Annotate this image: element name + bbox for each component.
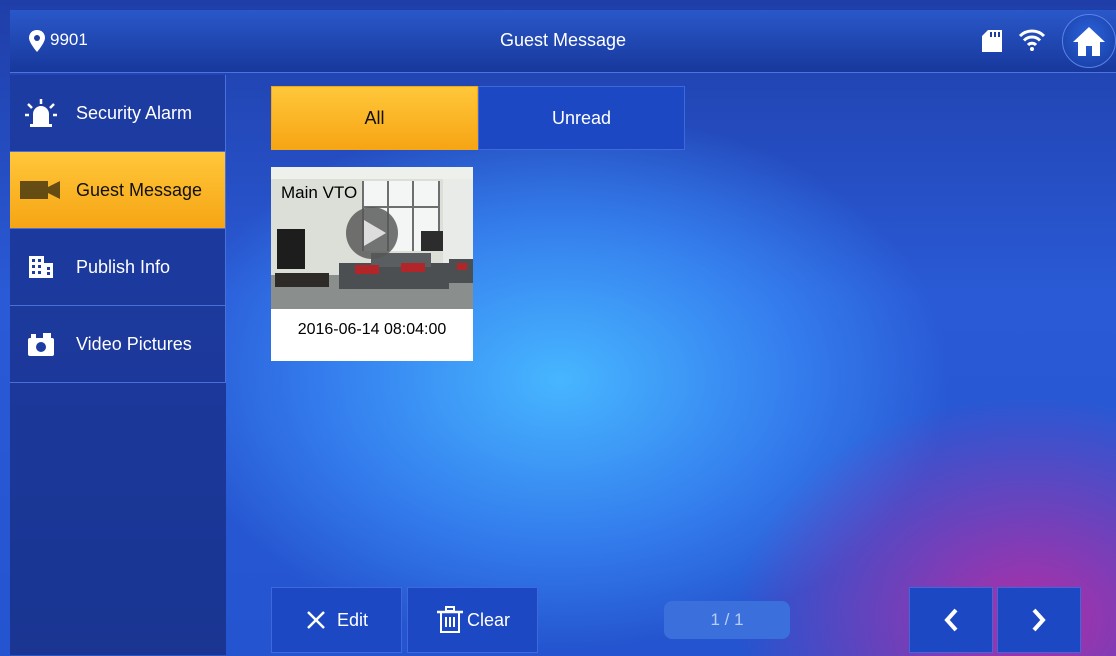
sidebar-item-label: Guest Message [76, 179, 203, 200]
page-indicator: 1 / 1 [664, 601, 790, 639]
close-icon [307, 611, 325, 629]
sd-card-icon [982, 30, 1002, 52]
camera-icon [28, 333, 54, 356]
sidebar-item-video-pictures[interactable]: Video Pictures [10, 306, 226, 383]
filter-tabs: All Unread [271, 86, 685, 150]
edit-button[interactable]: Edit [271, 587, 402, 653]
sidebar-item-label: Video Pictures [76, 333, 192, 354]
prev-page-button[interactable] [909, 587, 993, 653]
edit-label: Edit [336, 609, 369, 630]
home-icon [1073, 27, 1105, 56]
sidebar-item-label: Publish Info [76, 256, 171, 277]
top-bar: 9901 Guest Message [10, 10, 1116, 73]
sidebar-item-guest-message[interactable]: Guest Message [10, 152, 226, 229]
sidebar-item-security-alarm[interactable]: Security Alarm [10, 75, 226, 152]
sidebar-item-publish-info[interactable]: Publish Info [10, 229, 226, 306]
message-source: Main VTO [281, 183, 358, 202]
message-timestamp: 2016-06-14 08:04:00 [297, 321, 447, 338]
home-button[interactable] [1062, 14, 1116, 68]
video-camera-icon [20, 181, 60, 199]
next-page-button[interactable] [997, 587, 1081, 653]
message-thumbnail[interactable]: Main VTO [271, 167, 473, 309]
clear-button[interactable]: Clear [407, 587, 538, 653]
alarm-light-icon [25, 99, 57, 127]
sidebar-item-label: Security Alarm [76, 102, 193, 123]
wifi-icon [1018, 29, 1046, 51]
building-icon [29, 256, 53, 278]
chevron-left-icon [944, 608, 958, 632]
sidebar: Security Alarm Guest Message Publish Inf… [10, 75, 226, 655]
clear-label: Clear [466, 609, 510, 630]
chevron-right-icon [1032, 608, 1046, 632]
tab-unread[interactable]: Unread [478, 86, 685, 150]
page-title: Guest Message [499, 30, 627, 50]
tab-all[interactable]: All [271, 86, 478, 150]
trash-icon [436, 606, 463, 633]
message-card[interactable]: Main VTO 2016-06-14 08:04:00 [271, 167, 473, 361]
